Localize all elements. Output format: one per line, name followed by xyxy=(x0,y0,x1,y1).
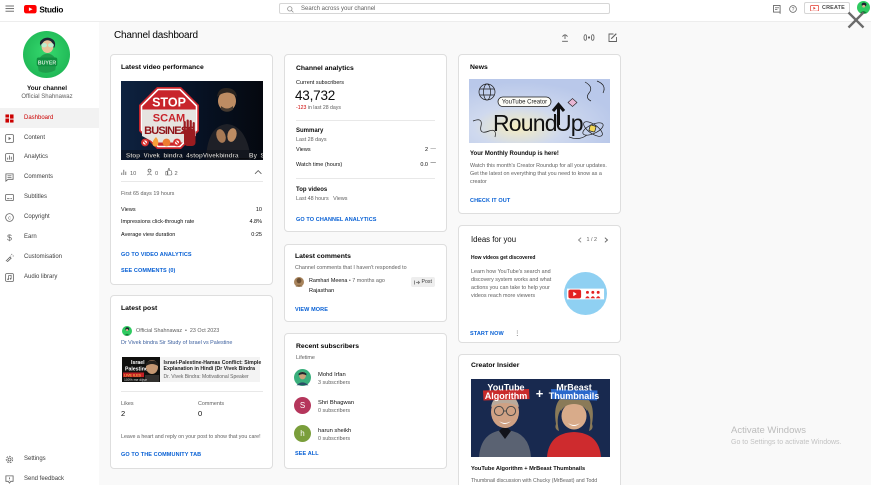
svg-text:100% me dijiye: 100% me dijiye xyxy=(124,378,147,382)
svg-text:Thumbnails: Thumbnails xyxy=(549,391,600,401)
svg-text:Algorithm: Algorithm xyxy=(485,391,528,401)
svg-text:Studio: Studio xyxy=(39,5,63,14)
svg-text:?: ? xyxy=(791,7,794,13)
svg-text:Stop_Vivek_bindra_4stopVivekbi: Stop_Vivek_bindra_4stopVivekbindra___By_… xyxy=(126,153,263,160)
svg-text:Round: Round xyxy=(493,110,557,136)
svg-text:Palestine: Palestine xyxy=(125,367,148,373)
svg-text:LIVE ILES: LIVE ILES xyxy=(124,373,142,377)
svg-text:YouTube Creator: YouTube Creator xyxy=(502,100,547,106)
svg-text:0: 0 xyxy=(155,171,158,176)
svg-text:SCAM: SCAM xyxy=(153,113,185,125)
svg-text:2: 2 xyxy=(175,171,178,176)
svg-text:c: c xyxy=(8,215,11,221)
svg-text:$: $ xyxy=(7,233,12,242)
svg-text:10: 10 xyxy=(130,171,136,176)
svg-text:STOP: STOP xyxy=(152,96,186,110)
svg-text:BUYER: BUYER xyxy=(38,60,57,66)
svg-text:Israel: Israel xyxy=(131,360,145,366)
svg-text:+: + xyxy=(536,386,544,401)
